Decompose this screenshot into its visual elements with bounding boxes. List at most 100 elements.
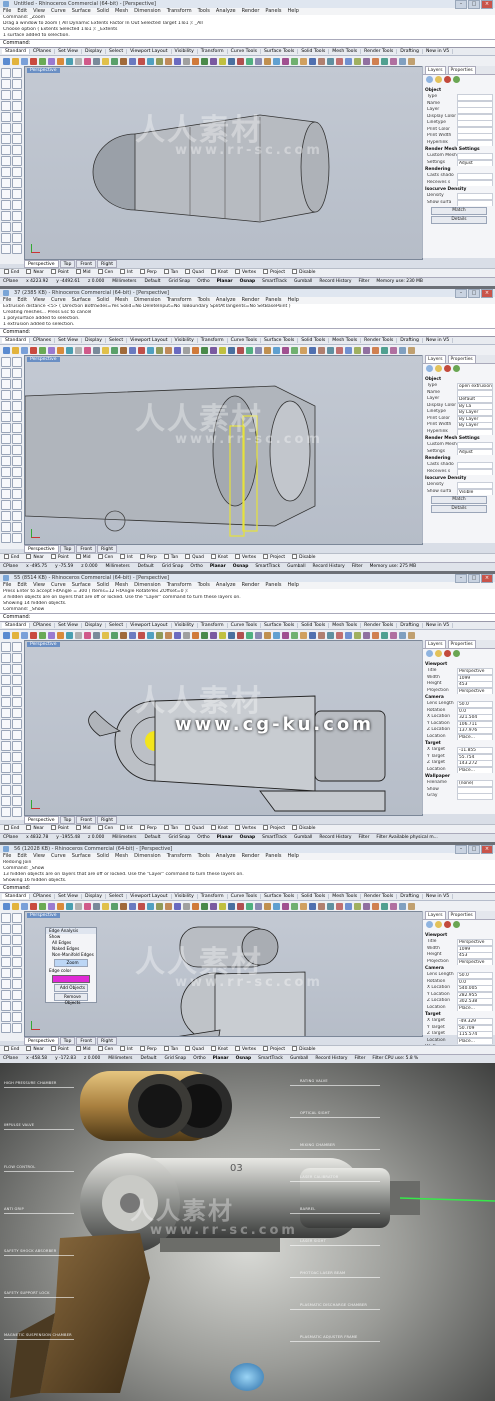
left-tool-icon[interactable] [1, 368, 11, 378]
toolbar-tool-icon[interactable] [12, 631, 19, 639]
toolbar-tool-icon[interactable] [3, 346, 10, 354]
viewport-tab-top[interactable]: Top [59, 816, 76, 824]
toolbar-tool-icon[interactable] [228, 346, 235, 354]
toolbar-tool-icon[interactable] [120, 902, 127, 910]
toolbar-tool-icon[interactable] [291, 346, 298, 354]
toolbar-tool-icon[interactable] [165, 631, 172, 639]
left-tool-icon[interactable] [1, 719, 11, 729]
osnap-near-checkbox[interactable]: Near [26, 1047, 43, 1052]
toolbar-tool-icon[interactable] [282, 902, 289, 910]
osnap-near-checkbox[interactable]: Near [26, 270, 43, 275]
zoom-button[interactable]: Zoom [54, 959, 88, 967]
toolbar-tool-icon[interactable] [318, 346, 325, 354]
menu-solid[interactable]: Solid [97, 297, 109, 303]
toolbar-tool-icon[interactable] [201, 57, 208, 65]
left-tool-icon[interactable] [12, 178, 22, 188]
panel-page-icon[interactable] [426, 76, 433, 83]
current-layer[interactable]: Default [144, 835, 160, 840]
toolbar-tool-icon[interactable] [336, 631, 343, 639]
toolbar-tool-icon[interactable] [354, 902, 361, 910]
toolbar-tool-icon[interactable] [3, 902, 10, 910]
left-tool-icon[interactable] [12, 368, 22, 378]
toolbar-tool-icon[interactable] [30, 902, 37, 910]
toolbar-tool-icon[interactable] [183, 631, 190, 639]
left-tool-icon[interactable] [12, 90, 22, 100]
toolbar-tool-icon[interactable] [102, 346, 109, 354]
osnap-point-checkbox[interactable]: Point [51, 1047, 69, 1052]
tab-set-view[interactable]: Set View [55, 49, 83, 54]
menu-help[interactable]: Help [288, 297, 299, 303]
menu-curve[interactable]: Curve [51, 853, 66, 859]
tab-transform[interactable]: Transform [197, 623, 228, 628]
toolbar-tool-icon[interactable] [354, 57, 361, 65]
toolbar-tool-icon[interactable] [246, 902, 253, 910]
left-tool-icon[interactable] [1, 675, 11, 685]
toolbar-tool-icon[interactable] [327, 346, 334, 354]
menu-edit[interactable]: Edit [17, 853, 27, 859]
toolbar-tool-icon[interactable] [174, 346, 181, 354]
panel-page-icon[interactable] [435, 76, 442, 83]
toolbar-tool-icon[interactable] [228, 57, 235, 65]
toolbar-tool-icon[interactable] [300, 346, 307, 354]
toolbar-tool-icon[interactable] [219, 631, 226, 639]
toolbar-tool-icon[interactable] [336, 346, 343, 354]
toolbar-tool-icon[interactable] [156, 346, 163, 354]
toolbar-tool-icon[interactable] [39, 346, 46, 354]
osnap-tan-checkbox[interactable]: Tan [164, 270, 178, 275]
tab-transform[interactable]: Transform [197, 338, 228, 343]
left-tool-icon[interactable] [1, 511, 11, 521]
toolbar-tool-icon[interactable] [138, 902, 145, 910]
menu-panels[interactable]: Panels [265, 8, 281, 14]
tab-surface-tools[interactable]: Surface Tools [260, 894, 299, 899]
menu-mesh[interactable]: Mesh [115, 853, 128, 859]
toolbar-tool-icon[interactable] [336, 902, 343, 910]
toolbar-tool-icon[interactable] [381, 57, 388, 65]
toolbar-tool-icon[interactable] [372, 631, 379, 639]
osnap-perp-checkbox[interactable]: Perp [140, 555, 157, 560]
status-planar-toggle[interactable]: Planar [213, 1056, 229, 1061]
toolbar-tool-icon[interactable] [372, 902, 379, 910]
left-tool-icon[interactable] [12, 522, 22, 532]
menu-surface[interactable]: Surface [72, 8, 91, 14]
menu-curve[interactable]: Curve [51, 8, 66, 14]
close-button[interactable]: × [481, 574, 493, 583]
toolbar-tool-icon[interactable] [336, 57, 343, 65]
tab-display[interactable]: Display [82, 338, 106, 343]
toolbar-tool-icon[interactable] [264, 346, 271, 354]
current-layer[interactable]: Default [144, 279, 160, 284]
tab-render-tools[interactable]: Render Tools [361, 338, 398, 343]
left-tool-icon[interactable] [1, 401, 11, 411]
maximize-button[interactable]: □ [468, 845, 480, 854]
left-tool-icon[interactable] [1, 697, 11, 707]
panel-page-icon[interactable] [444, 650, 451, 657]
left-tool-icon[interactable] [1, 1001, 11, 1011]
toolbar-tool-icon[interactable] [75, 902, 82, 910]
left-tool-icon[interactable] [1, 979, 11, 989]
left-tool-icon[interactable] [1, 90, 11, 100]
tab-viewport-layout[interactable]: Viewport Layout [127, 49, 172, 54]
toolbar-tool-icon[interactable] [237, 346, 244, 354]
osnap-cen-checkbox[interactable]: Cen [98, 270, 114, 275]
toolbar-tool-icon[interactable] [318, 631, 325, 639]
osnap-quad-checkbox[interactable]: Quad [185, 1047, 204, 1052]
toolbar-tool-icon[interactable] [57, 346, 64, 354]
toolbar-tool-icon[interactable] [219, 902, 226, 910]
command-prompt[interactable]: Command: [0, 40, 495, 48]
left-tool-icon[interactable] [12, 642, 22, 652]
osnap-vertex-checkbox[interactable]: Vertex [235, 270, 256, 275]
viewport-tab-front[interactable]: Front [76, 1037, 96, 1045]
left-tool-icon[interactable] [12, 730, 22, 740]
left-tool-icon[interactable] [1, 101, 11, 111]
status-record-history-toggle[interactable]: Record History [319, 835, 351, 840]
osnap-mid-checkbox[interactable]: Mid [76, 555, 91, 560]
menu-analyze[interactable]: Analyze [216, 853, 236, 859]
toolbar-tool-icon[interactable] [39, 902, 46, 910]
left-tool-icon[interactable] [12, 156, 22, 166]
toolbar-tool-icon[interactable] [48, 631, 55, 639]
tab-surface-tools[interactable]: Surface Tools [260, 623, 299, 628]
tab-transform[interactable]: Transform [197, 49, 228, 54]
osnap-disable-checkbox[interactable]: Disable [292, 826, 315, 831]
status-osnap-toggle[interactable]: Osnap [233, 564, 249, 569]
toolbar-tool-icon[interactable] [165, 902, 172, 910]
toolbar-tool-icon[interactable] [48, 902, 55, 910]
